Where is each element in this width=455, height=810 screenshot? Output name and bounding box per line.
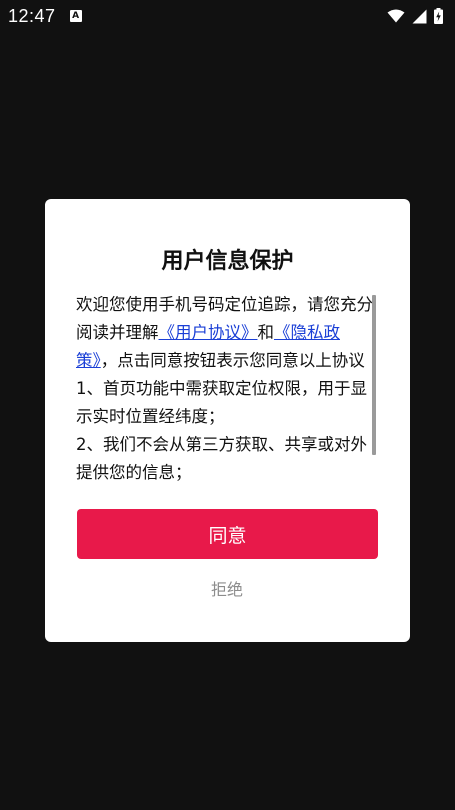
agreement-text: 欢迎您使用手机号码定位追踪，请您充分阅读并理解《用户协议》和《隐私政策》，点击同…	[76, 291, 373, 487]
wifi-icon	[387, 9, 405, 23]
scrollbar[interactable]	[372, 295, 376, 455]
signal-icon	[412, 9, 427, 24]
dialog-title: 用户信息保护	[161, 249, 294, 274]
user-agreement-link[interactable]: 《用户协议》	[159, 323, 258, 342]
battery-charging-icon	[434, 8, 443, 24]
agreement-scroll-area[interactable]: 欢迎您使用手机号码定位追踪，请您充分阅读并理解《用户协议》和《隐私政策》，点击同…	[76, 291, 378, 489]
after-links-text: ，点击同意按钮表示您同意以上协议	[100, 351, 365, 370]
reject-button[interactable]: 拒绝	[177, 573, 277, 603]
item-1-text: 1、首页功能中需获取定位权限，用于显示实时位置经纬度；	[76, 379, 367, 426]
status-icons	[387, 8, 443, 24]
and-text: 和	[257, 323, 275, 342]
notification-a-icon: A	[69, 10, 82, 22]
agree-button[interactable]: 同意	[77, 509, 378, 559]
status-bar: 12:47 A	[0, 0, 455, 32]
item-2-text: 2、我们不会从第三方获取、共享或对外提供您的信息；	[76, 435, 367, 482]
status-time: 12:47	[8, 5, 56, 26]
privacy-dialog: 用户信息保护 欢迎您使用手机号码定位追踪，请您充分阅读并理解《用户协议》和《隐私…	[45, 199, 410, 642]
screen: 12:47 A 用户信息保护 欢迎您使用手机号码定位追踪，请您充分阅读并理解《用…	[0, 0, 455, 810]
